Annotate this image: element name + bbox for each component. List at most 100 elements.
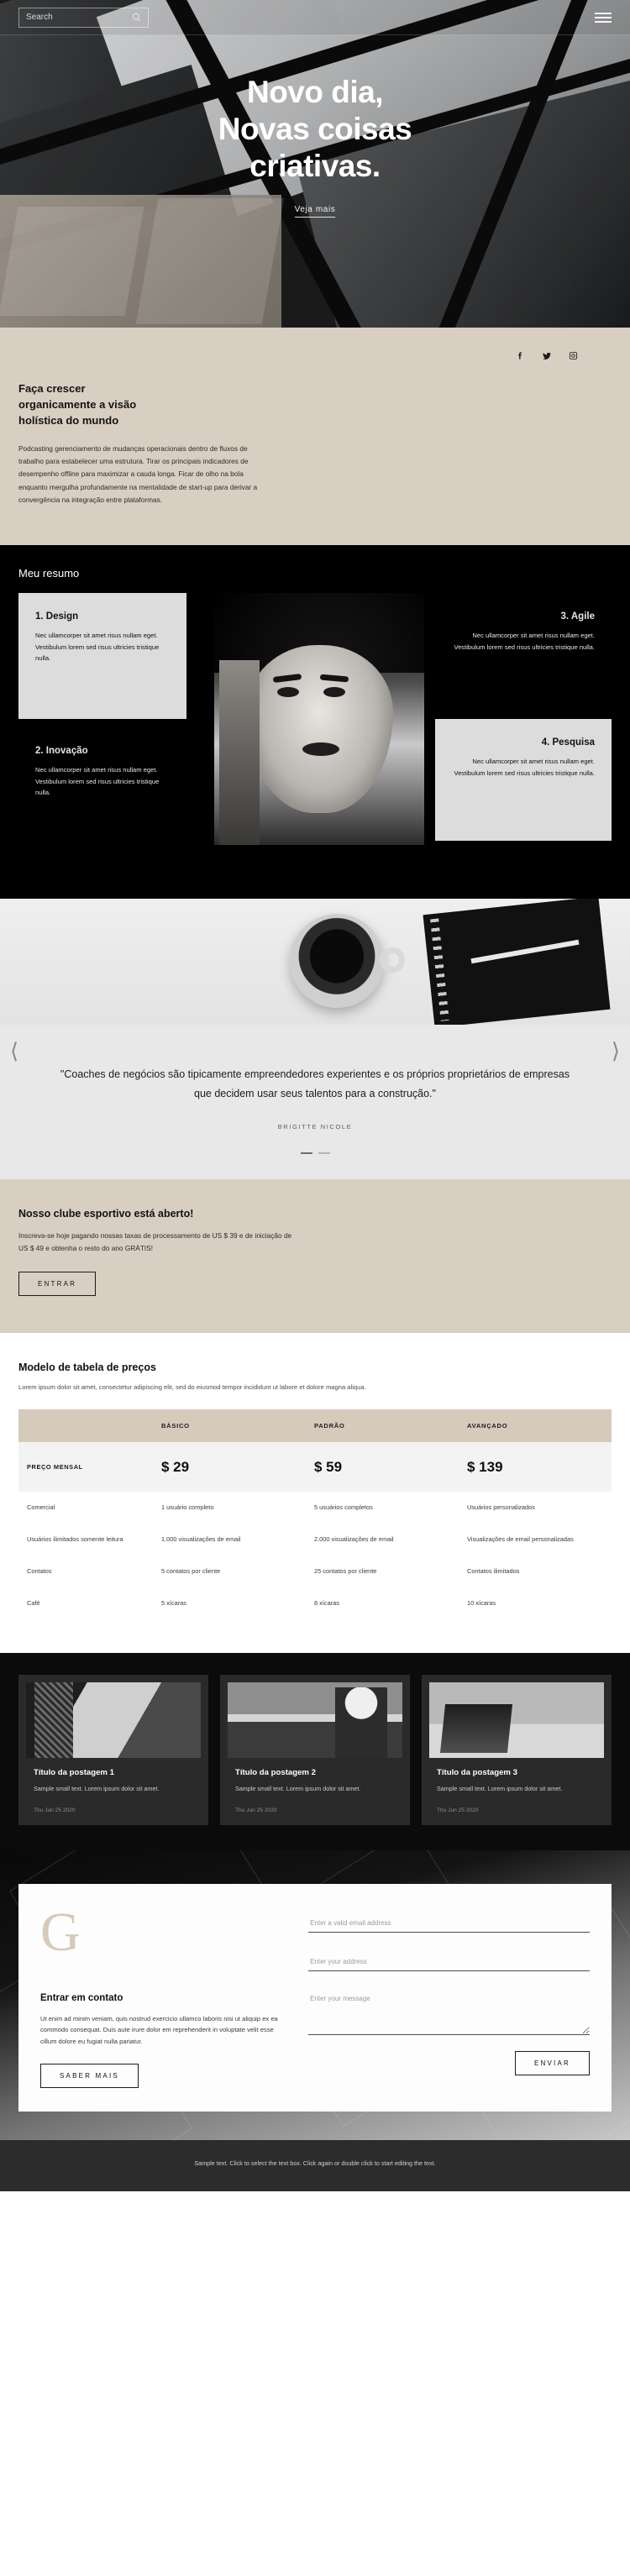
testimonial-dot-1[interactable] xyxy=(300,1152,312,1154)
search-box[interactable] xyxy=(18,7,149,28)
pricing-header-avancado: AVANÇADO xyxy=(459,1409,612,1443)
pricing-header-row: BÁSICO PADRÃO AVANÇADO xyxy=(18,1409,612,1443)
pricing-table: BÁSICO PADRÃO AVANÇADO PREÇO MENSAL $ 29… xyxy=(18,1409,612,1619)
summary-card-text: Nec ullamcorper sit amet risus nullam eg… xyxy=(454,632,595,651)
club-join-button[interactable]: ENTRAR xyxy=(18,1272,97,1297)
pricing-table-row: Usuários ilimitados somente leitura 1.00… xyxy=(18,1524,612,1556)
footer: Sample text. Click to select the text bo… xyxy=(0,2140,630,2191)
blog-card[interactable]: Título da postagem 2 Sample small text. … xyxy=(220,1674,410,1825)
pricing-table-row: Contatos 5 contatos por cliente 25 conta… xyxy=(18,1556,612,1587)
pricing-row-label: Café xyxy=(27,1598,40,1607)
twitter-icon[interactable] xyxy=(542,351,552,361)
blog-section: Título da postagem 1 Sample small text. … xyxy=(0,1652,630,1850)
pricing-row-label: PREÇO MENSAL xyxy=(18,1442,153,1493)
summary-title: Meu resumo xyxy=(18,567,80,580)
summary-card-pesquisa[interactable]: 4. Pesquisa Nec ullamcorper sit amet ris… xyxy=(435,719,612,842)
testimonial-pagination-dots[interactable] xyxy=(52,1152,578,1154)
search-input[interactable] xyxy=(26,13,114,22)
blog-card-date: Thu Jun 25 2020 xyxy=(437,1807,479,1813)
pricing-header-blank xyxy=(18,1409,153,1443)
contact-monogram: G xyxy=(40,1901,81,1963)
blog-card-title: Título da postagem 1 xyxy=(34,1767,114,1777)
pricing-cell-padrao: 25 contatos por cliente xyxy=(314,1567,377,1576)
blog-thumbnail-image xyxy=(26,1681,201,1758)
pricing-price-basico: $ 29 xyxy=(153,1442,306,1493)
testimonial-dot-2[interactable] xyxy=(318,1152,330,1154)
club-title: Nosso clube esportivo está aberto! xyxy=(18,1207,194,1220)
blog-card[interactable]: Título da postagem 3 Sample small text. … xyxy=(422,1674,612,1825)
blog-card-date: Thu Jun 25 2020 xyxy=(34,1807,76,1813)
pricing-cell-padrao: 5 usuários completos xyxy=(314,1503,373,1512)
hero-title-line-1: Novo dia, xyxy=(246,75,384,109)
blog-card-date: Thu Jun 25 2020 xyxy=(235,1807,277,1813)
instagram-icon[interactable] xyxy=(569,351,578,361)
facebook-icon[interactable] xyxy=(516,351,525,361)
blog-thumbnail-image xyxy=(228,1681,402,1758)
pricing-price-avancado: $ 139 xyxy=(459,1442,612,1493)
chevron-right-icon[interactable]: ⟩ xyxy=(612,1040,620,1062)
testimonial-section: ⟨ ⟩ "Coaches de negócios são tipicamente… xyxy=(0,899,630,1179)
pricing-row-label: Contatos xyxy=(27,1567,52,1576)
pricing-table-row: Café 5 xícaras 8 xícaras 10 xícaras xyxy=(18,1587,612,1619)
blog-card-excerpt: Sample small text. Lorem ipsum dolor sit… xyxy=(34,1784,160,1792)
hero-cta-link[interactable]: Veja mais xyxy=(294,205,336,218)
hamburger-menu-icon[interactable] xyxy=(595,12,612,23)
testimonial-author: BRIGITTE NICOLE xyxy=(277,1122,353,1131)
summary-card-design[interactable]: 1. Design Nec ullamcorper sit amet risus… xyxy=(18,593,186,720)
club-text: Inscreva-se hoje pagando nossas taxas de… xyxy=(18,1230,292,1252)
pricing-title: Modelo de tabela de preços xyxy=(18,1361,156,1374)
blog-card[interactable]: Título da postagem 1 Sample small text. … xyxy=(18,1674,208,1825)
blog-thumbnail-image xyxy=(429,1681,604,1758)
pricing-price-row: PREÇO MENSAL $ 29 $ 59 $ 139 xyxy=(18,1442,612,1493)
hero-title-line-3: criativas. xyxy=(249,149,381,184)
email-field[interactable] xyxy=(308,1915,590,1933)
pricing-cell-basico: 5 xícaras xyxy=(161,1598,186,1607)
summary-portrait-image xyxy=(214,593,424,846)
pricing-cell-padrao: 8 xícaras xyxy=(314,1598,339,1607)
pricing-cell-basico: 5 contatos por cliente xyxy=(161,1567,221,1576)
pricing-header-basico: BÁSICO xyxy=(153,1409,306,1443)
footer-text: Sample text. Click to select the text bo… xyxy=(194,2159,436,2168)
search-icon[interactable] xyxy=(132,13,141,22)
organic-body-text: Podcasting gerenciamento de mudanças ope… xyxy=(18,443,258,504)
submit-button[interactable]: ENVIAR xyxy=(515,2050,590,2075)
pricing-cell-basico: 1.000 visualizações de email xyxy=(161,1535,241,1544)
pricing-section: Modelo de tabela de preços Lorem ipsum d… xyxy=(0,1333,630,1653)
organic-growth-section: Faça crescer organicamente a visão holís… xyxy=(0,328,630,546)
contact-card: G Entrar em contato Ut enim ad minim ven… xyxy=(18,1883,612,2112)
sports-club-section: Nosso clube esportivo está aberto! Inscr… xyxy=(0,1178,630,1334)
pricing-table-row: Comercial 1 usuário completo 5 usuários … xyxy=(18,1492,612,1524)
summary-card-title: 3. Agile xyxy=(560,611,595,622)
pricing-cell-padrao: 2.000 visualizações de email xyxy=(314,1535,394,1544)
pricing-header-padrao: PADRÃO xyxy=(306,1409,459,1443)
pricing-subtitle: Lorem ipsum dolor sit amet, consectetur … xyxy=(18,1383,366,1392)
blog-card-excerpt: Sample small text. Lorem ipsum dolor sit… xyxy=(437,1784,563,1792)
chevron-left-icon[interactable]: ⟨ xyxy=(10,1040,18,1062)
contact-left-column: G Entrar em contato Ut enim ad minim ven… xyxy=(40,1901,308,2089)
page-root: Novo dia, Novas coisas criativas. Veja m… xyxy=(0,0,630,2191)
top-navigation-bar xyxy=(0,0,630,35)
summary-section: Meu resumo 1. Design Nec ullamcorper sit… xyxy=(0,545,630,900)
summary-card-title: 2. Inovação xyxy=(35,746,88,757)
hero-section: Novo dia, Novas coisas criativas. Veja m… xyxy=(0,0,630,328)
summary-cards-grid: 1. Design Nec ullamcorper sit amet risus… xyxy=(0,593,630,870)
pricing-row-label: Comercial xyxy=(27,1503,55,1512)
learn-more-button[interactable]: SABER MAIS xyxy=(40,2064,139,2089)
summary-card-inovacao[interactable]: 2. Inovação Nec ullamcorper sit amet ris… xyxy=(18,727,186,846)
pricing-cell-basico: 1 usuário completo xyxy=(161,1503,214,1512)
pricing-table-head: BÁSICO PADRÃO AVANÇADO xyxy=(18,1409,612,1443)
summary-card-title: 1. Design xyxy=(35,611,79,622)
summary-card-agile[interactable]: 3. Agile Nec ullamcorper sit amet risus … xyxy=(435,593,612,711)
organic-heading: Faça crescer organicamente a visão holís… xyxy=(18,382,137,427)
pricing-cell-avancado: 10 xícaras xyxy=(467,1598,496,1607)
pricing-cell-avancado: Visualizações de email personalizadas xyxy=(467,1535,574,1544)
pricing-price-padrao: $ 59 xyxy=(306,1442,459,1493)
pricing-cell-avancado: Contatos ilimitados xyxy=(467,1567,520,1576)
summary-card-text: Nec ullamcorper sit amet risus nullam eg… xyxy=(35,766,160,796)
summary-card-text: Nec ullamcorper sit amet risus nullam eg… xyxy=(454,758,595,777)
hero-title-line-2: Novas coisas xyxy=(218,112,412,147)
address-field[interactable] xyxy=(308,1954,590,1971)
message-field[interactable] xyxy=(308,1991,590,2035)
contact-section: G Entrar em contato Ut enim ad minim ven… xyxy=(0,1849,630,2141)
blog-grid: Título da postagem 1 Sample small text. … xyxy=(18,1674,612,1825)
